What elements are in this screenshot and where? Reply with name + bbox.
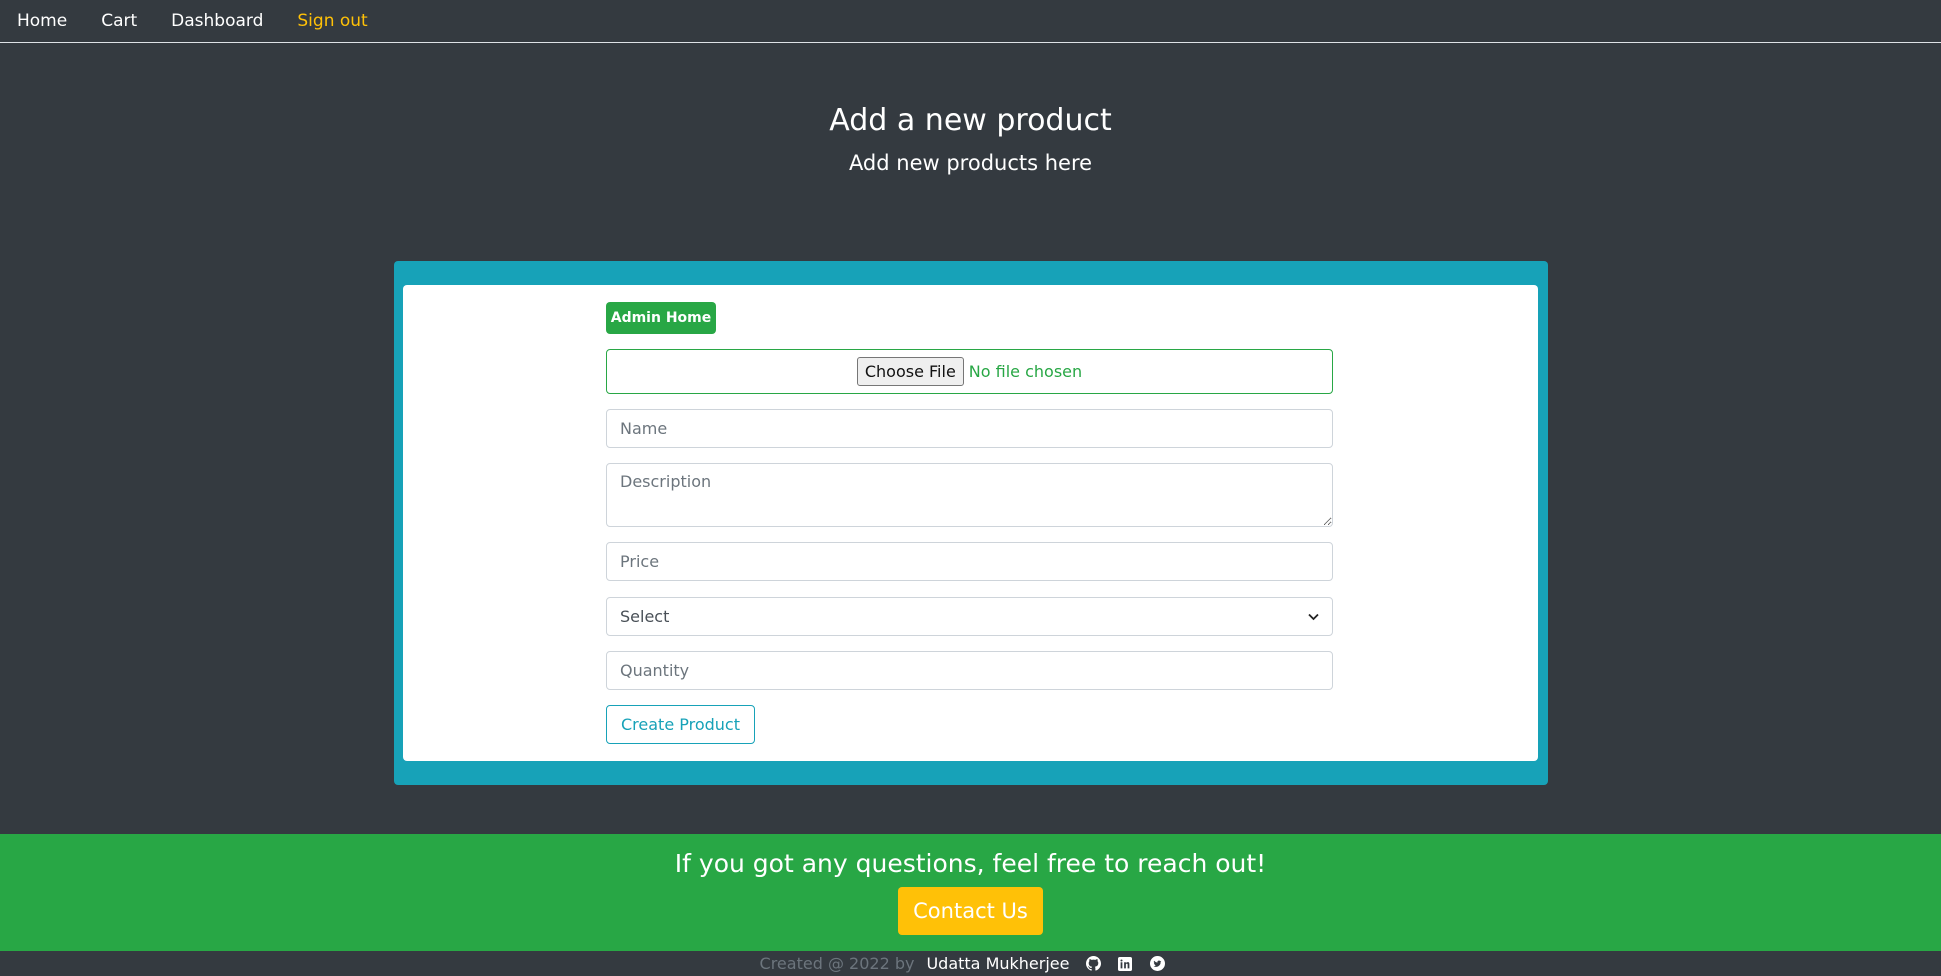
image-file-input[interactable]: Choose File No file chosen (606, 349, 1333, 394)
price-input[interactable] (606, 542, 1333, 581)
contact-us-button[interactable]: Contact Us (898, 887, 1043, 935)
contact-cta-banner: If you got any questions, feel free to r… (0, 834, 1941, 951)
category-select-value: Select (620, 607, 670, 626)
nav-home-link[interactable]: Home (17, 12, 67, 30)
nav-dashboard-link[interactable]: Dashboard (171, 12, 263, 30)
linkedin-icon[interactable] (1117, 956, 1133, 972)
top-navbar: Home Cart Dashboard Sign out (0, 0, 1941, 43)
cta-text: If you got any questions, feel free to r… (674, 849, 1267, 878)
quantity-input[interactable] (606, 651, 1333, 690)
product-form-card: Admin Home Choose File No file chosen Se… (394, 261, 1548, 785)
footer-author-link[interactable]: Udatta Mukherjee (926, 954, 1069, 973)
twitter-icon[interactable] (1149, 956, 1165, 972)
admin-home-button[interactable]: Admin Home (606, 302, 716, 334)
create-product-button[interactable]: Create Product (606, 705, 755, 744)
footer: Created @ 2022 by Udatta Mukherjee (0, 951, 1941, 976)
file-status-text: No file chosen (968, 362, 1083, 381)
product-form-card-body: Admin Home Choose File No file chosen Se… (403, 285, 1538, 761)
nav-cart-link[interactable]: Cart (101, 12, 137, 30)
chevron-down-icon (1308, 610, 1319, 624)
choose-file-button[interactable]: Choose File (856, 357, 964, 386)
page-subtitle: Add new products here (848, 151, 1093, 175)
nav-signout-link[interactable]: Sign out (297, 12, 367, 30)
name-input[interactable] (606, 409, 1333, 448)
page-title: Add a new product (829, 103, 1112, 138)
description-textarea[interactable] (606, 463, 1333, 527)
footer-created-text: Created @ 2022 by (759, 954, 915, 973)
github-icon[interactable] (1085, 956, 1101, 972)
category-select[interactable]: Select (606, 597, 1333, 636)
